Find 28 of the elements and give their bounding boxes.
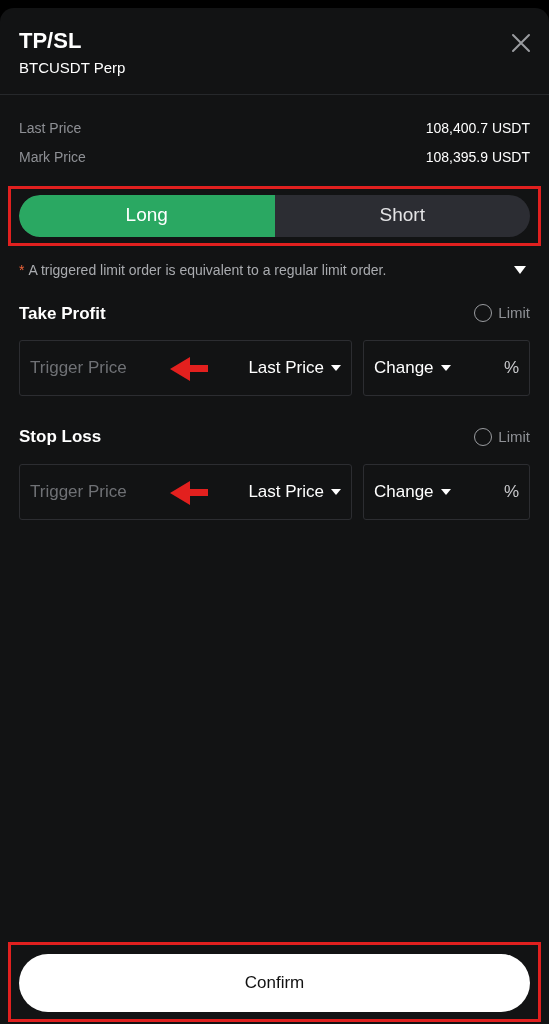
sheet-title: TP/SL [19, 28, 83, 54]
caret-icon [331, 365, 341, 371]
close-button[interactable] [510, 32, 532, 54]
caret-icon [331, 488, 341, 495]
limit-radio[interactable]: Limit [474, 302, 530, 325]
change-field[interactable]: Change % [363, 463, 530, 520]
limit-order-note: * A triggered limit order is equivalent to a regular limit order. [19, 260, 387, 280]
price-type-dropdown[interactable]: Last Price [248, 355, 341, 381]
arrow-icon [170, 357, 208, 381]
price-label: Mark Price [19, 147, 86, 167]
limit-radio[interactable]: Limit [474, 425, 530, 448]
change-field[interactable]: Change % [363, 340, 530, 396]
price-label: Last Price [19, 118, 82, 138]
price-type-dropdown[interactable]: Last Price [248, 478, 341, 505]
confirm-button[interactable]: Confirm [19, 954, 530, 1012]
close-icon [511, 33, 531, 53]
price-value: 108,400.7 USDT [425, 118, 530, 138]
arrow-icon [170, 480, 208, 505]
trigger-price-field[interactable]: Trigger Price Last Price [19, 463, 352, 520]
section-title: Take Profit [19, 302, 106, 325]
caret-icon [440, 488, 451, 495]
price-value: 108,395.9 USDT [425, 147, 530, 167]
trigger-price-field[interactable]: Trigger Price Last Price [19, 340, 352, 396]
side-tab[interactable]: Short [274, 194, 530, 237]
symbol-subtitle: BTCUSDT Perp [19, 58, 126, 78]
caret-icon [440, 365, 451, 371]
section-title: Stop Loss [19, 426, 102, 448]
dropdown-caret-icon[interactable] [514, 266, 526, 274]
